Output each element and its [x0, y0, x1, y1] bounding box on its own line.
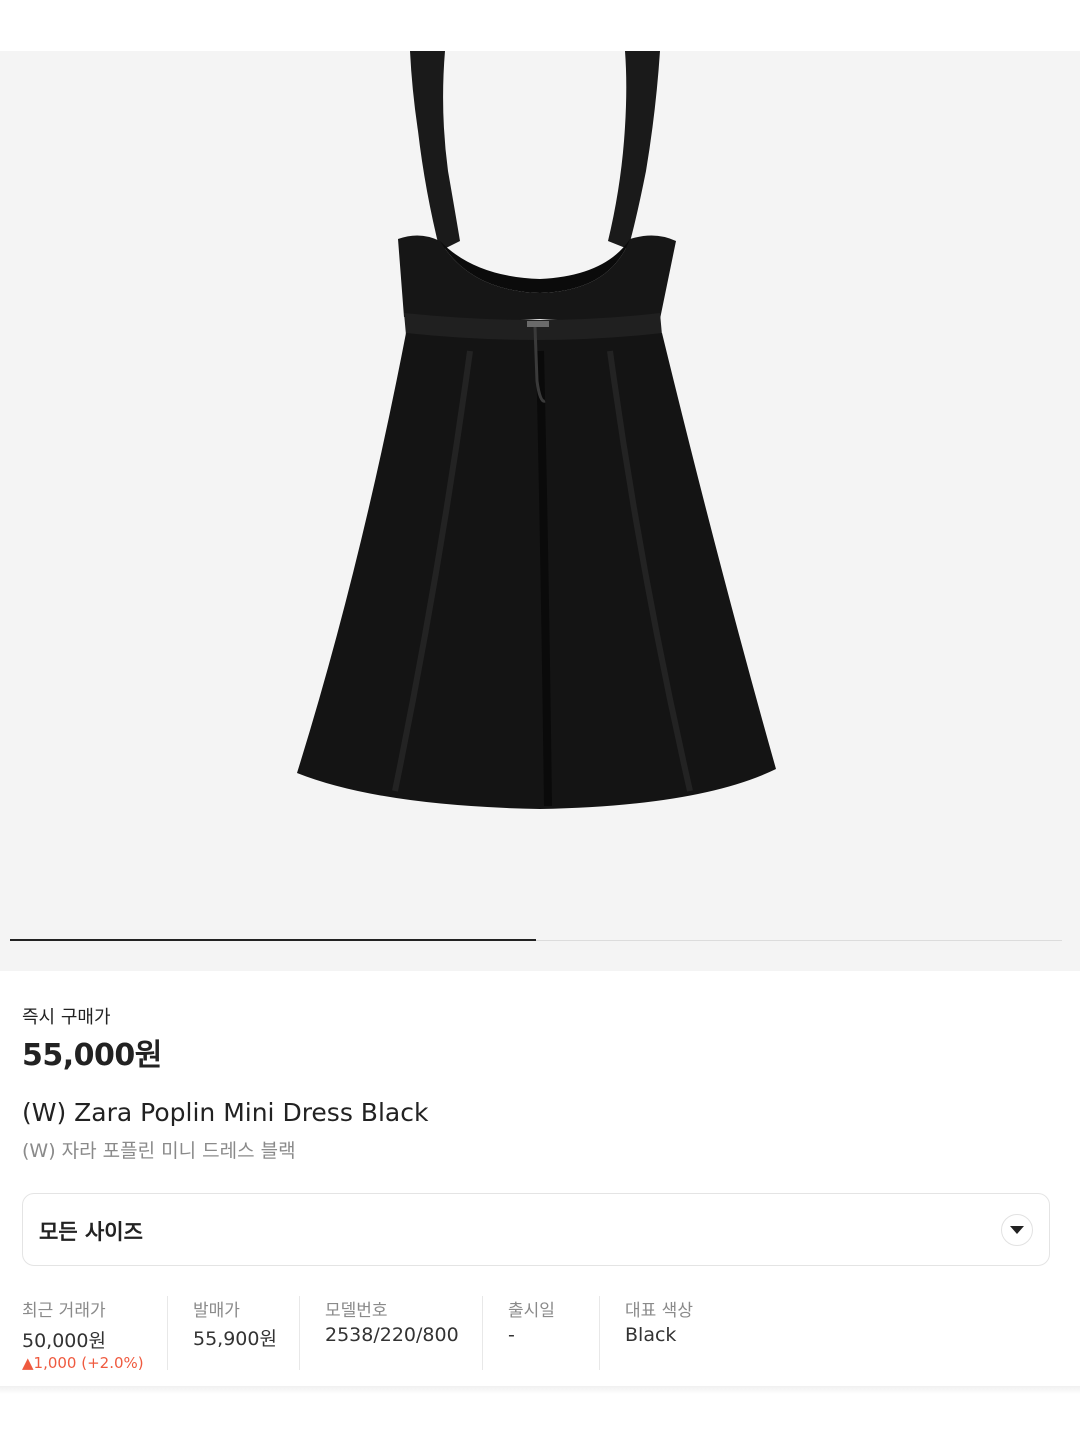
- recent-trade-value: 50,000원: [22, 1330, 106, 1352]
- recent-trade-label: 최근 거래가: [22, 1301, 106, 1321]
- info-color: 대표 색상 Black: [599, 1296, 739, 1370]
- image-progress-fill: [10, 939, 536, 941]
- product-title-ko: (W) 자라 포플린 미니 드레스 블랙: [22, 1140, 296, 1162]
- product-title-en: (W) Zara Poplin Mini Dress Black: [22, 1098, 429, 1127]
- recent-trade-change: ▲1,000 (+2.0%): [22, 1354, 144, 1372]
- instant-buy-price: 55,000원: [22, 1038, 162, 1073]
- color-label: 대표 색상: [625, 1301, 693, 1321]
- model-number-label: 모델번호: [325, 1301, 388, 1321]
- size-selector-label: 모든 사이즈: [39, 1220, 143, 1244]
- info-release-price: 발매가 55,900원: [167, 1296, 299, 1370]
- image-progress-bar: [10, 939, 1062, 941]
- release-date-value: -: [508, 1324, 515, 1346]
- product-image-carousel[interactable]: [0, 51, 1080, 971]
- release-date-label: 출시일: [508, 1301, 555, 1321]
- instant-buy-label: 즉시 구매가: [22, 1007, 111, 1028]
- section-divider: [0, 1386, 1080, 1394]
- chevron-down-icon[interactable]: [1001, 1214, 1033, 1246]
- product-image: [297, 51, 776, 809]
- info-release-date: 출시일 -: [482, 1296, 599, 1370]
- release-price-value: 55,900원: [193, 1328, 277, 1350]
- release-price-label: 발매가: [193, 1301, 240, 1321]
- size-selector[interactable]: 모든 사이즈: [22, 1193, 1050, 1266]
- info-model-number: 모델번호 2538/220/800: [299, 1296, 482, 1370]
- product-info-row: 최근 거래가 50,000원 ▲1,000 (+2.0%) 발매가 55,900…: [22, 1296, 739, 1372]
- info-recent-trade: 최근 거래가 50,000원 ▲1,000 (+2.0%): [22, 1296, 167, 1372]
- color-value: Black: [625, 1324, 677, 1346]
- model-number-value: 2538/220/800: [325, 1324, 459, 1346]
- product-detail-page: 즉시 구매가 55,000원 (W) Zara Poplin Mini Dres…: [0, 0, 1080, 1440]
